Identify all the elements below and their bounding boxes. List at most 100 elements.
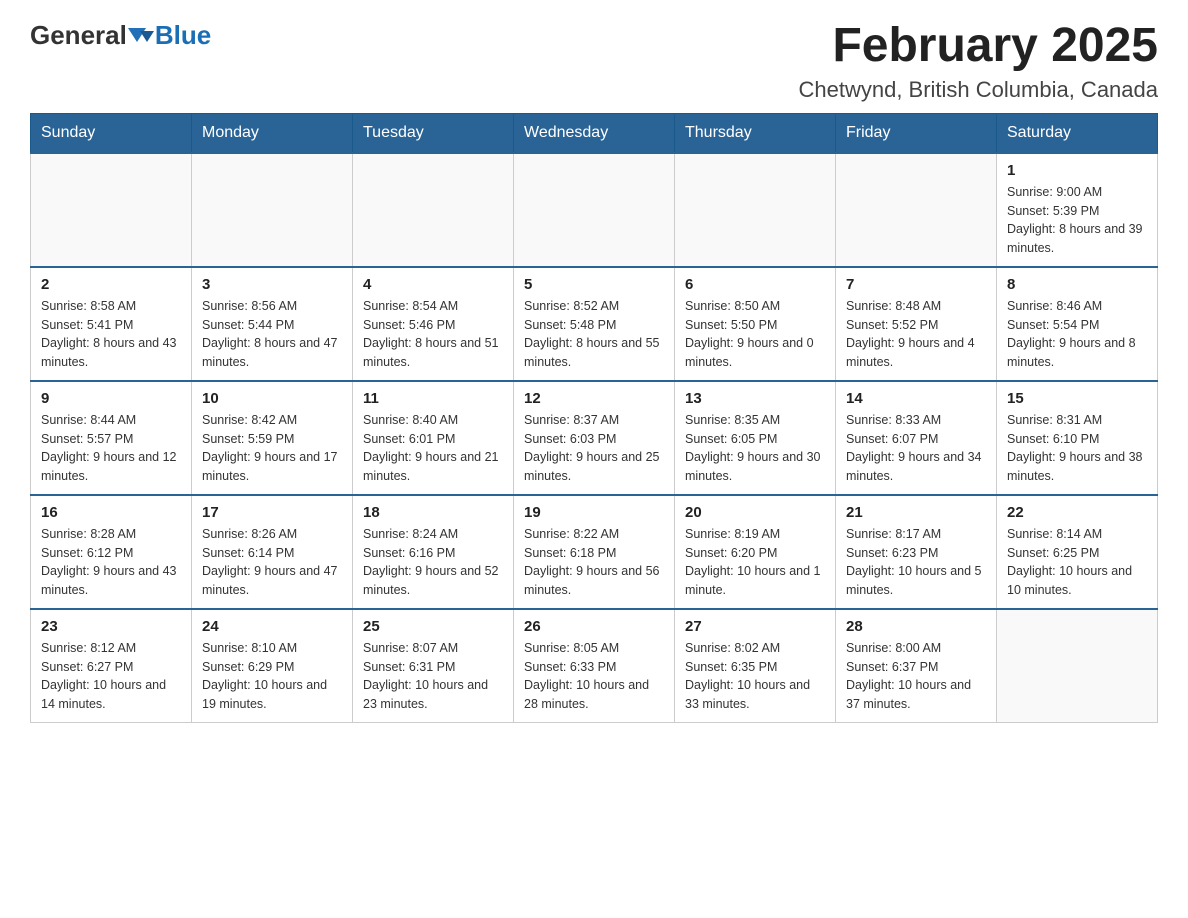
day-info: Sunrise: 8:10 AMSunset: 6:29 PMDaylight:… bbox=[202, 639, 342, 714]
day-info: Sunrise: 8:17 AMSunset: 6:23 PMDaylight:… bbox=[846, 525, 986, 600]
day-number: 15 bbox=[1007, 390, 1147, 407]
day-number: 26 bbox=[524, 618, 664, 635]
logo-triangle-overlap-icon bbox=[140, 31, 154, 42]
calendar-week-row: 2 Sunrise: 8:58 AMSunset: 5:41 PMDaylight… bbox=[31, 267, 1158, 381]
day-number: 12 bbox=[524, 390, 664, 407]
day-info: Sunrise: 8:44 AMSunset: 5:57 PMDaylight:… bbox=[41, 411, 181, 486]
calendar-day-cell: 9 Sunrise: 8:44 AMSunset: 5:57 PMDaylight… bbox=[31, 381, 192, 495]
calendar-day-cell: 20 Sunrise: 8:19 AMSunset: 6:20 PMDayligh… bbox=[675, 495, 836, 609]
day-number: 11 bbox=[363, 390, 503, 407]
day-number: 3 bbox=[202, 276, 342, 293]
day-info: Sunrise: 8:07 AMSunset: 6:31 PMDaylight:… bbox=[363, 639, 503, 714]
calendar-day-cell bbox=[675, 153, 836, 267]
day-number: 6 bbox=[685, 276, 825, 293]
day-number: 28 bbox=[846, 618, 986, 635]
day-info: Sunrise: 8:56 AMSunset: 5:44 PMDaylight:… bbox=[202, 297, 342, 372]
day-info: Sunrise: 8:12 AMSunset: 6:27 PMDaylight:… bbox=[41, 639, 181, 714]
day-info: Sunrise: 8:40 AMSunset: 6:01 PMDaylight:… bbox=[363, 411, 503, 486]
calendar-day-cell: 16 Sunrise: 8:28 AMSunset: 6:12 PMDayligh… bbox=[31, 495, 192, 609]
calendar-day-cell: 23 Sunrise: 8:12 AMSunset: 6:27 PMDayligh… bbox=[31, 609, 192, 723]
calendar-day-header: Friday bbox=[836, 113, 997, 153]
day-info: Sunrise: 8:48 AMSunset: 5:52 PMDaylight:… bbox=[846, 297, 986, 372]
day-info: Sunrise: 8:19 AMSunset: 6:20 PMDaylight:… bbox=[685, 525, 825, 600]
day-info: Sunrise: 8:37 AMSunset: 6:03 PMDaylight:… bbox=[524, 411, 664, 486]
calendar-day-cell bbox=[836, 153, 997, 267]
day-number: 27 bbox=[685, 618, 825, 635]
calendar-day-cell bbox=[514, 153, 675, 267]
logo-blue-text: Blue bbox=[155, 20, 211, 51]
calendar-day-cell: 22 Sunrise: 8:14 AMSunset: 6:25 PMDayligh… bbox=[997, 495, 1158, 609]
day-info: Sunrise: 8:35 AMSunset: 6:05 PMDaylight:… bbox=[685, 411, 825, 486]
day-number: 14 bbox=[846, 390, 986, 407]
calendar-table: SundayMondayTuesdayWednesdayThursdayFrid… bbox=[30, 113, 1158, 723]
day-number: 22 bbox=[1007, 504, 1147, 521]
calendar-day-cell: 6Sunrise: 8:50 AMSunset: 5:50 PMDaylight… bbox=[675, 267, 836, 381]
logo: General Blue bbox=[30, 20, 211, 51]
day-info: Sunrise: 8:00 AMSunset: 6:37 PMDaylight:… bbox=[846, 639, 986, 714]
day-number: 16 bbox=[41, 504, 181, 521]
calendar-day-cell bbox=[997, 609, 1158, 723]
calendar-day-header: Thursday bbox=[675, 113, 836, 153]
day-number: 9 bbox=[41, 390, 181, 407]
calendar-week-row: 9 Sunrise: 8:44 AMSunset: 5:57 PMDaylight… bbox=[31, 381, 1158, 495]
day-info: Sunrise: 8:52 AMSunset: 5:48 PMDaylight:… bbox=[524, 297, 664, 372]
day-info: Sunrise: 8:28 AMSunset: 6:12 PMDaylight:… bbox=[41, 525, 181, 600]
day-info: Sunrise: 8:31 AMSunset: 6:10 PMDaylight:… bbox=[1007, 411, 1147, 486]
calendar-day-cell: 21 Sunrise: 8:17 AMSunset: 6:23 PMDayligh… bbox=[836, 495, 997, 609]
calendar-day-header: Sunday bbox=[31, 113, 192, 153]
calendar-day-cell: 27Sunrise: 8:02 AMSunset: 6:35 PMDayligh… bbox=[675, 609, 836, 723]
calendar-day-cell: 1Sunrise: 9:00 AMSunset: 5:39 PMDaylight… bbox=[997, 153, 1158, 267]
day-info: Sunrise: 8:42 AMSunset: 5:59 PMDaylight:… bbox=[202, 411, 342, 486]
day-number: 1 bbox=[1007, 162, 1147, 179]
day-number: 5 bbox=[524, 276, 664, 293]
calendar-day-cell: 14 Sunrise: 8:33 AMSunset: 6:07 PMDayligh… bbox=[836, 381, 997, 495]
calendar-day-cell: 12 Sunrise: 8:37 AMSunset: 6:03 PMDayligh… bbox=[514, 381, 675, 495]
day-number: 2 bbox=[41, 276, 181, 293]
calendar-week-row: 1Sunrise: 9:00 AMSunset: 5:39 PMDaylight… bbox=[31, 153, 1158, 267]
calendar-day-header: Tuesday bbox=[353, 113, 514, 153]
title-block: February 2025 Chetwynd, British Columbia… bbox=[798, 20, 1158, 103]
day-number: 8 bbox=[1007, 276, 1147, 293]
calendar-day-cell bbox=[353, 153, 514, 267]
calendar-day-cell: 19 Sunrise: 8:22 AMSunset: 6:18 PMDayligh… bbox=[514, 495, 675, 609]
calendar-day-header: Saturday bbox=[997, 113, 1158, 153]
calendar-day-cell: 24Sunrise: 8:10 AMSunset: 6:29 PMDayligh… bbox=[192, 609, 353, 723]
day-number: 10 bbox=[202, 390, 342, 407]
calendar-week-row: 16 Sunrise: 8:28 AMSunset: 6:12 PMDayligh… bbox=[31, 495, 1158, 609]
calendar-day-cell: 11 Sunrise: 8:40 AMSunset: 6:01 PMDayligh… bbox=[353, 381, 514, 495]
day-number: 4 bbox=[363, 276, 503, 293]
day-number: 17 bbox=[202, 504, 342, 521]
calendar-day-cell: 3 Sunrise: 8:56 AMSunset: 5:44 PMDaylight… bbox=[192, 267, 353, 381]
day-info: Sunrise: 8:26 AMSunset: 6:14 PMDaylight:… bbox=[202, 525, 342, 600]
calendar-day-cell: 4 Sunrise: 8:54 AMSunset: 5:46 PMDaylight… bbox=[353, 267, 514, 381]
day-info: Sunrise: 8:14 AMSunset: 6:25 PMDaylight:… bbox=[1007, 525, 1147, 600]
day-info: Sunrise: 8:54 AMSunset: 5:46 PMDaylight:… bbox=[363, 297, 503, 372]
day-info: Sunrise: 8:05 AMSunset: 6:33 PMDaylight:… bbox=[524, 639, 664, 714]
page-title: February 2025 bbox=[798, 20, 1158, 73]
calendar-day-cell: 8 Sunrise: 8:46 AMSunset: 5:54 PMDaylight… bbox=[997, 267, 1158, 381]
day-info: Sunrise: 8:33 AMSunset: 6:07 PMDaylight:… bbox=[846, 411, 986, 486]
day-info: Sunrise: 8:58 AMSunset: 5:41 PMDaylight:… bbox=[41, 297, 181, 372]
day-number: 13 bbox=[685, 390, 825, 407]
day-info: Sunrise: 8:46 AMSunset: 5:54 PMDaylight:… bbox=[1007, 297, 1147, 372]
calendar-week-row: 23 Sunrise: 8:12 AMSunset: 6:27 PMDayligh… bbox=[31, 609, 1158, 723]
day-info: Sunrise: 8:22 AMSunset: 6:18 PMDaylight:… bbox=[524, 525, 664, 600]
calendar-day-header: Monday bbox=[192, 113, 353, 153]
calendar-day-cell bbox=[31, 153, 192, 267]
calendar-day-cell: 10 Sunrise: 8:42 AMSunset: 5:59 PMDayligh… bbox=[192, 381, 353, 495]
calendar-day-cell: 13 Sunrise: 8:35 AMSunset: 6:05 PMDayligh… bbox=[675, 381, 836, 495]
calendar-day-cell: 25Sunrise: 8:07 AMSunset: 6:31 PMDayligh… bbox=[353, 609, 514, 723]
calendar-day-cell: 5 Sunrise: 8:52 AMSunset: 5:48 PMDaylight… bbox=[514, 267, 675, 381]
logo-general-text: General bbox=[30, 20, 127, 51]
day-number: 23 bbox=[41, 618, 181, 635]
day-number: 21 bbox=[846, 504, 986, 521]
day-number: 18 bbox=[363, 504, 503, 521]
day-number: 20 bbox=[685, 504, 825, 521]
calendar-header-row: SundayMondayTuesdayWednesdayThursdayFrid… bbox=[31, 113, 1158, 153]
page-subtitle: Chetwynd, British Columbia, Canada bbox=[798, 77, 1158, 103]
calendar-day-cell: 15 Sunrise: 8:31 AMSunset: 6:10 PMDayligh… bbox=[997, 381, 1158, 495]
day-number: 19 bbox=[524, 504, 664, 521]
page-header: General Blue February 2025 Chetwynd, Bri… bbox=[30, 20, 1158, 103]
calendar-day-cell: 2 Sunrise: 8:58 AMSunset: 5:41 PMDaylight… bbox=[31, 267, 192, 381]
calendar-day-cell: 17 Sunrise: 8:26 AMSunset: 6:14 PMDayligh… bbox=[192, 495, 353, 609]
